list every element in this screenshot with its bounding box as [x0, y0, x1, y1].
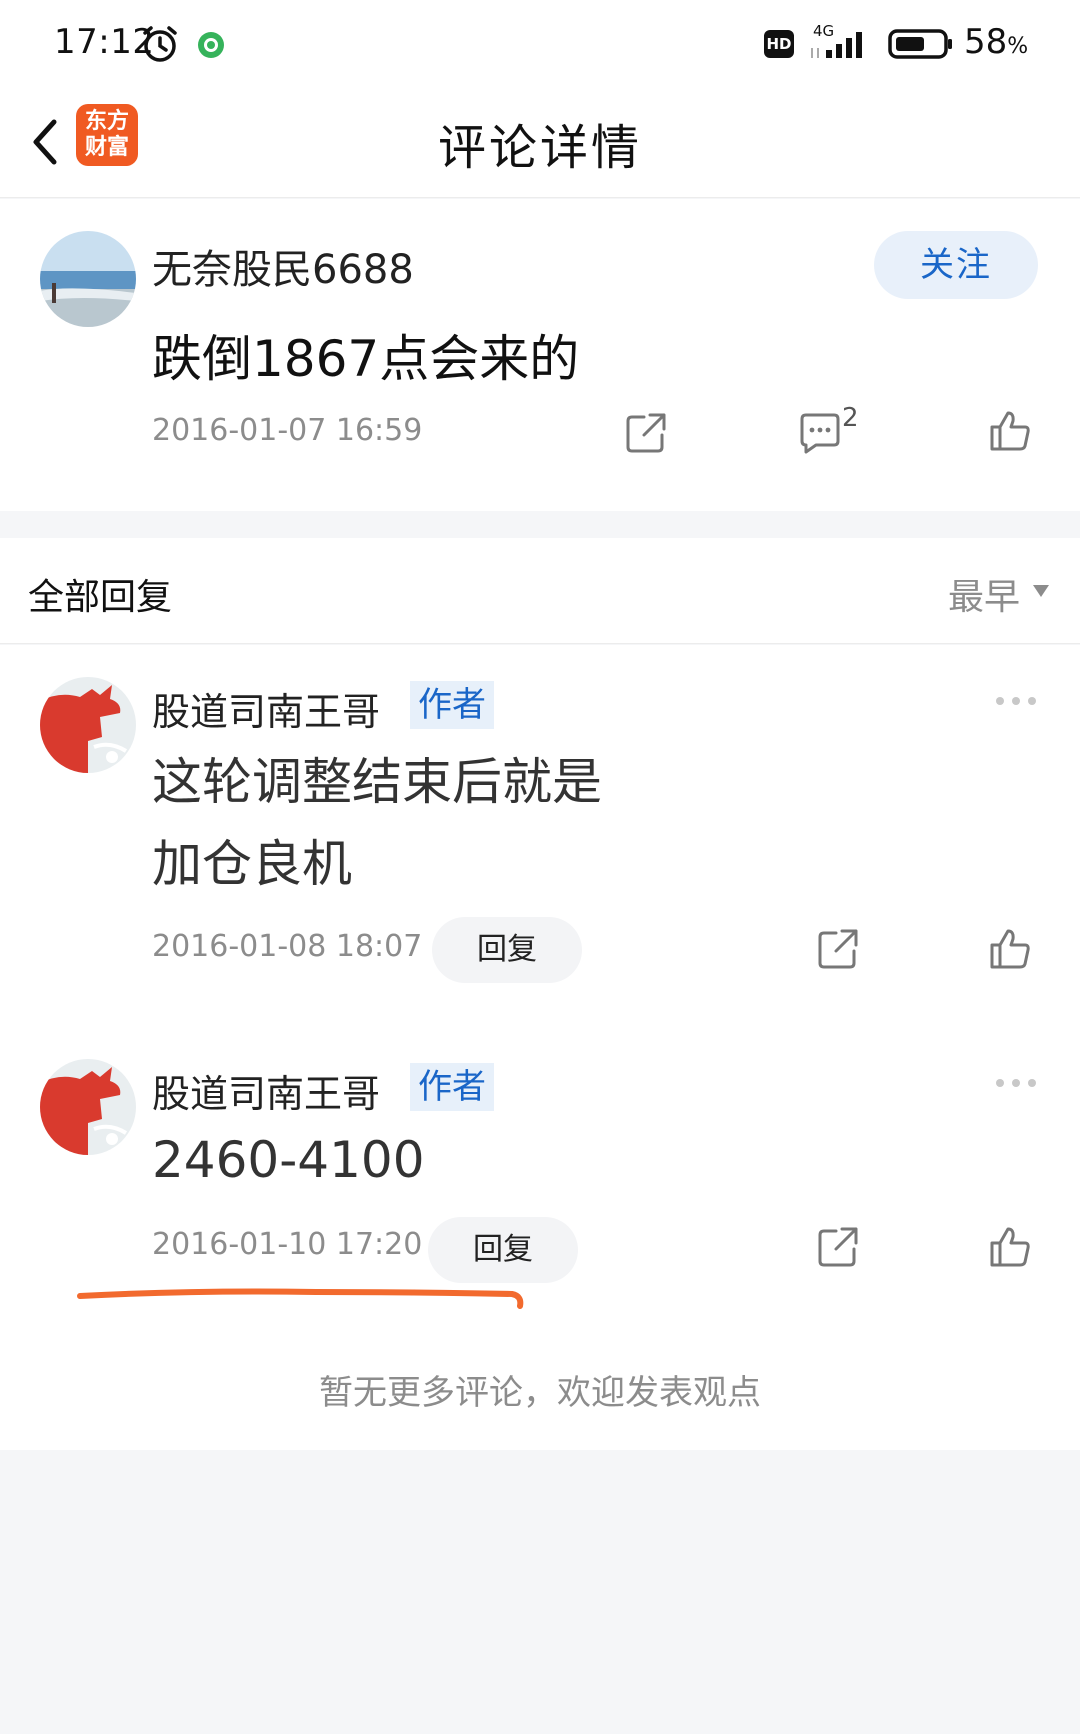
- like-icon[interactable]: [986, 1223, 1034, 1271]
- list-item: 股道司南王哥 作者 这轮调整结束后就是加仓良机 2016-01-08 18:07…: [0, 645, 1080, 1015]
- battery-icon: [888, 29, 952, 59]
- sort-arrow-icon[interactable]: [1032, 584, 1050, 598]
- reply-author-name[interactable]: 股道司南王哥: [152, 1063, 380, 1118]
- share-icon[interactable]: [814, 1223, 862, 1271]
- replies-header: 全部回复 最早: [0, 538, 1080, 644]
- hd-icon: HD: [764, 30, 794, 58]
- bull-avatar-image: [40, 1059, 136, 1155]
- signal-icon: [811, 32, 862, 58]
- post-card: 无奈股民6688 关注 跌倒1867点会来的 2016-01-07 16:59 …: [0, 199, 1080, 511]
- beach-avatar-image: [40, 231, 136, 327]
- app-logo-line1: 东方: [84, 109, 129, 134]
- author-badge: 作者: [410, 681, 494, 729]
- nav-bar: 评论详情 东方 财富: [0, 90, 1080, 198]
- alarm-icon: [143, 26, 177, 62]
- battery-percentage: 58%: [964, 22, 1028, 62]
- reply-timestamp: 2016-01-08 18:07: [152, 929, 423, 964]
- more-icon[interactable]: [994, 1077, 1038, 1089]
- page-title: 评论详情: [437, 120, 642, 176]
- battery-percentage-unit: %: [1007, 34, 1029, 59]
- avatar[interactable]: [40, 1059, 136, 1155]
- reply-button[interactable]: 回复: [432, 917, 582, 983]
- avatar[interactable]: [40, 231, 136, 327]
- post-timestamp: 2016-01-07 16:59: [152, 413, 423, 448]
- reply-timestamp: 2016-01-10 17:20: [152, 1227, 423, 1262]
- bull-avatar-image: [40, 677, 136, 773]
- replies-list: 股道司南王哥 作者 这轮调整结束后就是加仓良机 2016-01-08 18:07…: [0, 645, 1080, 1450]
- status-bar: 17:12 HD 4G 58%: [0, 0, 1080, 90]
- like-icon[interactable]: [986, 407, 1034, 455]
- reply-content: 2460-4100: [152, 1131, 425, 1189]
- reply-author-name[interactable]: 股道司南王哥: [152, 681, 380, 736]
- follow-button[interactable]: 关注: [874, 231, 1038, 299]
- more-icon[interactable]: [994, 695, 1038, 707]
- author-badge: 作者: [410, 1063, 494, 1111]
- avatar[interactable]: [40, 677, 136, 773]
- reply-content: 这轮调整结束后就是加仓良机: [152, 753, 602, 893]
- comment-icon[interactable]: [796, 409, 844, 457]
- no-more-comments-text: 暂无更多评论，欢迎发表观点: [319, 1373, 761, 1413]
- post-author-name[interactable]: 无奈股民6688: [152, 237, 414, 295]
- reply-button[interactable]: 回复: [428, 1217, 578, 1283]
- back-icon[interactable]: [22, 110, 66, 174]
- battery-percentage-value: 58: [964, 22, 1008, 62]
- like-icon[interactable]: [986, 925, 1034, 973]
- app-logo-line2: 财富: [84, 135, 129, 160]
- comment-count: 2: [842, 403, 859, 433]
- post-content: 跌倒1867点会来的: [152, 330, 580, 388]
- share-icon[interactable]: [814, 925, 862, 973]
- share-icon[interactable]: [622, 409, 670, 457]
- replies-title: 全部回复: [28, 577, 173, 618]
- app-logo[interactable]: 东方 财富: [76, 104, 138, 166]
- annotation-underline: [77, 1288, 524, 1309]
- sort-select[interactable]: 最早: [948, 568, 1020, 620]
- app-green-icon: [198, 32, 224, 58]
